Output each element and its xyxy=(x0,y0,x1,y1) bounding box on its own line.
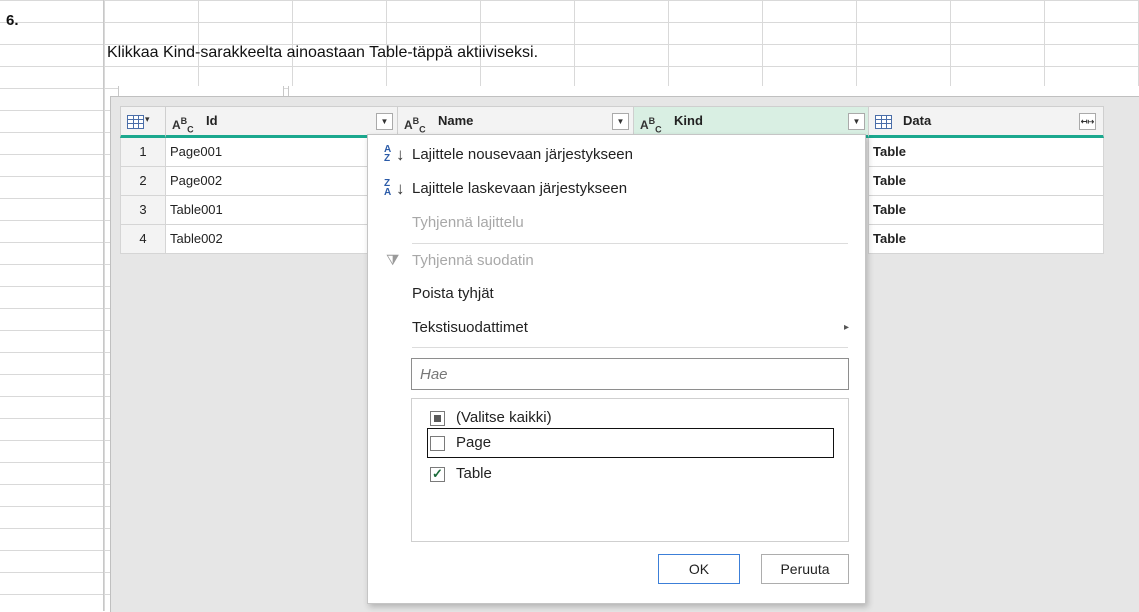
column-label: Name xyxy=(438,113,474,128)
id-cell[interactable]: Page002 xyxy=(165,167,398,196)
clear-filter-item[interactable]: ⧩ Tyhjennä suodatin xyxy=(368,245,865,277)
down-arrow-icon: ↓ xyxy=(396,179,405,198)
data-cell[interactable]: Table xyxy=(868,196,1104,225)
select-all-checkbox[interactable] xyxy=(430,411,445,426)
ok-button[interactable]: OK xyxy=(658,554,740,584)
filter-dropdown-button[interactable]: ▼ xyxy=(848,113,865,130)
search-input[interactable] xyxy=(412,359,842,389)
id-cell[interactable]: Table002 xyxy=(165,225,398,254)
table-type-icon xyxy=(875,115,892,129)
step-number: 6. xyxy=(6,12,19,29)
table-checkbox[interactable] xyxy=(430,460,445,488)
menu-separator xyxy=(412,347,848,348)
filter-dropdown-button[interactable]: ▼ xyxy=(376,113,393,130)
page-checkbox[interactable] xyxy=(430,436,445,451)
expand-column-icon[interactable]: ↤↦ xyxy=(1079,113,1096,130)
data-cell[interactable]: Table xyxy=(868,138,1104,167)
sort-descending-icon: ZA xyxy=(384,178,392,198)
filter-dropdown-menu: AZ ↓ Lajittele nousevaan järjestykseen Z… xyxy=(367,134,866,604)
chevron-right-icon: ▸ xyxy=(843,322,849,333)
filter-dropdown-button[interactable]: ▼ xyxy=(612,113,629,130)
filter-values-list: (Valitse kaikki) Page Table xyxy=(411,398,849,542)
header-row: ▾ ABC Id ▼ ABC Name ▼ ABC Kind ▼ Data ↤↦ xyxy=(120,106,1104,138)
remove-empty-item[interactable]: Poista tyhjät xyxy=(368,278,865,310)
sort-ascending-item[interactable]: AZ ↓ Lajittele nousevaan järjestykseen xyxy=(368,139,865,171)
row-number: 1 xyxy=(120,138,166,167)
column-label: Data xyxy=(903,113,932,128)
row-number: 2 xyxy=(120,167,166,196)
data-cell[interactable]: Table xyxy=(868,225,1104,254)
table-menu-button[interactable]: ▾ xyxy=(120,106,166,138)
row-number: 4 xyxy=(120,225,166,254)
sort-descending-item[interactable]: ZA ↓ Lajittele laskevaan järjestykseen xyxy=(368,173,865,205)
text-filters-item[interactable]: Tekstisuodattimet ▸ xyxy=(368,312,865,344)
data-cell[interactable]: Table xyxy=(868,167,1104,196)
cancel-button[interactable]: Peruuta xyxy=(761,554,849,584)
row-number: 3 xyxy=(120,196,166,225)
clear-sort-item[interactable]: Tyhjennä lajittelu xyxy=(368,207,865,239)
column-label: Id xyxy=(206,113,218,128)
id-cell[interactable]: Page001 xyxy=(165,138,398,167)
table-icon xyxy=(127,115,144,129)
caret-down-icon: ▾ xyxy=(145,114,150,124)
column-header-id[interactable]: ABC Id ▼ xyxy=(165,106,398,138)
column-header-data[interactable]: Data ↤↦ xyxy=(868,106,1104,138)
instruction-text: Klikkaa Kind-sarakkeelta ainoastaan Tabl… xyxy=(107,44,539,61)
sort-ascending-icon: AZ xyxy=(384,144,392,164)
page-option[interactable]: Page xyxy=(427,428,834,458)
id-cell[interactable]: Table001 xyxy=(165,196,398,225)
clear-filter-icon: ⧩ xyxy=(386,252,400,269)
down-arrow-icon: ↓ xyxy=(396,145,405,164)
search-field[interactable] xyxy=(411,358,849,390)
menu-separator xyxy=(412,243,848,244)
column-label: Kind xyxy=(674,113,703,128)
left-column xyxy=(0,0,104,611)
